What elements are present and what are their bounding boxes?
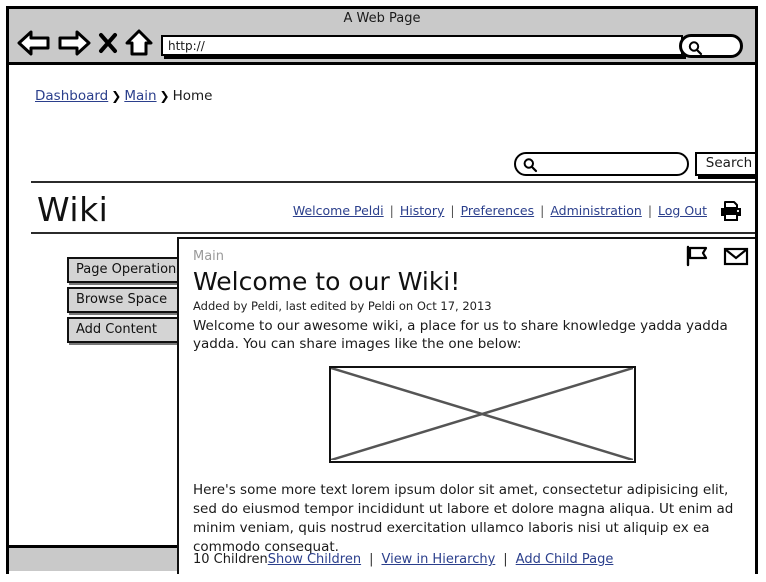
sidebar-item-browse-space[interactable]: Browse Space [67, 287, 179, 313]
breadcrumb-item-home: Home [172, 88, 213, 104]
header-nav: Welcome Peldi | History | Preferences | Admini… [293, 203, 707, 218]
page-body: Dashboard ❯ Main ❯ Home Search Wiki Welcome … [9, 65, 755, 574]
nav-history[interactable]: History [400, 203, 444, 218]
content-panel: Main Welcome to our Wiki! Added by Peldi… [177, 237, 755, 574]
home-icon[interactable] [125, 29, 153, 57]
breadcrumb: Dashboard ❯ Main ❯ Home [35, 88, 212, 104]
article-byline: Added by Peldi, last edited by Peldi on … [193, 299, 492, 313]
search-button[interactable]: Search [695, 152, 755, 176]
search-icon [687, 40, 703, 60]
link-show-children[interactable]: Show Children [268, 552, 361, 567]
children-count: 10 Children [193, 552, 268, 567]
flag-icon[interactable] [685, 245, 709, 271]
browser-window: A Web Page http:// Dashboard ❯ Main ❯ Ho… [6, 6, 758, 574]
children-separator: | [369, 552, 374, 567]
nav-welcome-peldi[interactable]: Welcome Peldi [293, 203, 384, 218]
nav-preferences[interactable]: Preferences [461, 203, 535, 218]
space-label: Main [193, 249, 225, 264]
nav-separator: | [450, 203, 455, 218]
breadcrumb-item-main[interactable]: Main [124, 88, 156, 104]
search-input[interactable] [514, 152, 689, 176]
article-intro: Welcome to our awesome wiki, a place for… [193, 318, 728, 352]
search-icon [522, 157, 538, 177]
browser-search-box[interactable] [679, 34, 743, 58]
browser-chrome: A Web Page http:// [9, 9, 755, 65]
screen-root: A Web Page http:// Dashboard ❯ Main ❯ Ho… [0, 0, 766, 582]
children-separator: | [503, 552, 508, 567]
image-placeholder [329, 366, 636, 463]
back-arrow-icon[interactable] [17, 30, 51, 56]
sidebar-item-add-content[interactable]: Add Content [67, 317, 179, 343]
breadcrumb-separator: ❯ [159, 89, 170, 103]
nav-separator: | [540, 203, 545, 218]
nav-separator: | [389, 203, 394, 218]
nav-administration[interactable]: Administration [550, 203, 641, 218]
forward-arrow-icon[interactable] [57, 30, 91, 56]
url-bar[interactable]: http:// [161, 35, 683, 56]
close-x-icon[interactable] [97, 30, 119, 56]
link-add-child-page[interactable]: Add Child Page [516, 552, 614, 567]
content-actions [685, 245, 749, 271]
divider-breadcrumb [31, 181, 755, 183]
divider-header [31, 232, 755, 234]
printer-icon[interactable] [719, 200, 743, 226]
article-body: Here's some more text lorem ipsum dolor … [193, 482, 734, 555]
window-title: A Web Page [343, 11, 421, 26]
page-title: Wiki [37, 190, 109, 229]
browser-nav-buttons [17, 29, 153, 57]
article-title: Welcome to our Wiki! [193, 267, 461, 296]
breadcrumb-separator: ❯ [111, 89, 122, 103]
nav-separator: | [647, 203, 653, 218]
sidebar: Page Operations Browse Space Add Content [67, 257, 183, 347]
envelope-icon[interactable] [723, 246, 749, 270]
children-row: 10 ChildrenShow Children | View in Hierarc… [193, 552, 613, 567]
nav-log-out[interactable]: Log Out [658, 203, 707, 218]
link-view-in-hierarchy[interactable]: View in Hierarchy [381, 552, 495, 567]
sidebar-item-page-operations[interactable]: Page Operations [67, 257, 183, 283]
breadcrumb-item-dashboard[interactable]: Dashboard [35, 88, 108, 104]
